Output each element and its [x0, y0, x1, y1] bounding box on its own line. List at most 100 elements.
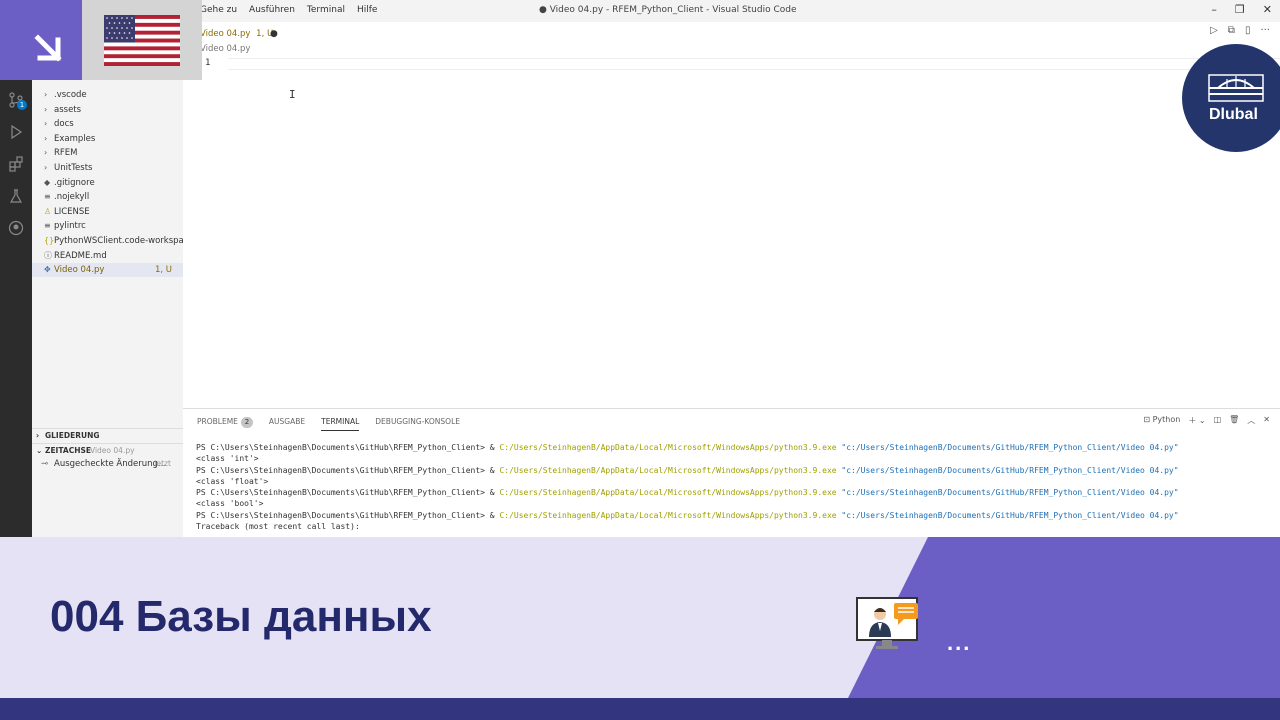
run-debug-icon[interactable]	[8, 124, 24, 140]
tree-file[interactable]: ◆ .gitignore	[32, 176, 183, 190]
restore-icon[interactable]: ❐	[1235, 3, 1245, 16]
window-controls: – ❐ ✕	[1211, 3, 1272, 16]
timeline-entry[interactable]: ⊸ Ausgecheckte Änderung... jetzt	[32, 457, 183, 471]
extensions-icon[interactable]	[8, 156, 24, 172]
tree-item-label: docs	[54, 119, 74, 130]
menu-goto[interactable]: Gehe zu	[200, 5, 237, 15]
tab-terminal[interactable]: TERMINAL	[321, 417, 360, 431]
editor-tab-label: Video 04.py	[200, 29, 251, 39]
breadcrumb-file: Video 04.py	[200, 44, 251, 54]
tree-file[interactable]: {} PythonWSClient.code-workspace	[32, 234, 183, 248]
info-icon: ⓘ	[44, 250, 52, 260]
file-icon: ≡	[44, 192, 51, 202]
tree-file[interactable]: ≡ .nojekyll	[32, 190, 183, 204]
tab-debug-label: DEBUGGING-KONSOLE	[375, 417, 460, 426]
terminal-output[interactable]: PS C:\Users\SteinhagenB\Documents\GitHub…	[196, 442, 1179, 532]
tab-debug-console[interactable]: DEBUGGING-KONSOLE	[375, 417, 460, 431]
terminal-prompt: PS C:\Users\SteinhagenB\Documents\GitHub…	[196, 443, 500, 452]
tab-output[interactable]: AUSGABE	[269, 417, 305, 431]
tree-folder[interactable]: › Examples	[32, 132, 183, 146]
tree-file[interactable]: ≡ pylintrc	[32, 219, 183, 233]
tree-folder[interactable]: › RFEM	[32, 146, 183, 160]
arrow-down-right-icon	[34, 34, 62, 62]
menu-terminal[interactable]: Terminal	[307, 5, 345, 15]
bottom-panel: PROBLEME 2 AUSGABE TERMINAL DEBUGGING-KON…	[183, 408, 1280, 538]
banner-title: 004 Базы данных	[50, 592, 432, 641]
new-terminal-icon[interactable]: ＋ ⌄	[1188, 415, 1205, 426]
tab-problems[interactable]: PROBLEME 2	[197, 417, 253, 431]
panel-tabs: PROBLEME 2 AUSGABE TERMINAL DEBUGGING-KON…	[197, 417, 476, 431]
dlubal-wordmark: Dlubal	[1209, 106, 1258, 123]
terminal-arg: "c:/Users/SteinhagenB/Documents/GitHub/R…	[836, 488, 1179, 498]
terminal-exe: C:/Users/SteinhagenB/AppData/Local/Micro…	[499, 510, 837, 520]
current-line-highlight	[228, 58, 1280, 70]
git-icon: ◆	[44, 177, 51, 187]
terminal-arg: "c:/Users/SteinhagenB/Documents/GitHub/R…	[836, 443, 1179, 452]
corner-arrow-tile	[0, 0, 82, 80]
problems-count: 2	[240, 417, 253, 428]
menu-help[interactable]: Hilfe	[357, 5, 377, 15]
chevron-right-icon: ›	[44, 119, 48, 129]
terminal-arg: "c:/Users/SteinhagenB/Documents/GitHub/R…	[836, 510, 1179, 520]
activity-bar: 1	[0, 80, 32, 540]
terminal-profile[interactable]: ⊡ Python	[1143, 415, 1180, 426]
editor-tab[interactable]: Video 04.py 1, U ●	[200, 25, 278, 43]
scm-badge: 1	[17, 100, 27, 110]
tree-file[interactable]: ✥ Video 04.py 1, U	[32, 263, 183, 278]
tree-item-label: Examples	[54, 133, 96, 144]
tree-folder[interactable]: › .vscode	[32, 88, 183, 102]
tree-item-label: RFEM	[54, 148, 78, 159]
tree-item-label: Video 04.py	[54, 265, 105, 276]
terminal-profile-label: Python	[1152, 415, 1181, 424]
unsaved-dot-icon[interactable]: ●	[270, 25, 278, 43]
chevron-right-icon: ›	[44, 148, 48, 158]
more-icon[interactable]: ···	[1260, 25, 1270, 36]
testing-icon[interactable]	[8, 188, 24, 204]
tab-problems-label: PROBLEME	[197, 417, 238, 426]
menu-run[interactable]: Ausführen	[249, 5, 295, 15]
presenter-screen-icon	[856, 597, 918, 649]
tree-folder[interactable]: › docs	[32, 117, 183, 131]
terminal-prompt: PS C:\Users\SteinhagenB\Documents\GitHub…	[196, 488, 500, 498]
timeline-section[interactable]: ⌄ ZEITACHSE Video 04.py	[32, 443, 183, 457]
terminal-exe: C:/Users/SteinhagenB/AppData/Local/Micro…	[499, 488, 837, 498]
tree-item-label: PythonWSClient.code-workspace	[54, 236, 183, 246]
terminal-exe: C:/Users/SteinhagenB/AppData/Local/Micro…	[499, 443, 837, 452]
trash-icon[interactable]: 🗑	[1229, 415, 1239, 426]
tab-output-label: AUSGABE	[268, 417, 306, 426]
outline-section[interactable]: › GLIEDERUNG	[32, 428, 183, 442]
window-title: ● Video 04.py - RFEM_Python_Client - Vis…	[539, 5, 797, 15]
file-icon: ≡	[44, 221, 51, 231]
terminal-command-line: PS C:\Users\SteinhagenB\Documents\GitHub…	[196, 465, 1179, 476]
chevron-right-icon: ›	[44, 90, 48, 99]
line-number: 1	[205, 58, 211, 68]
github-icon[interactable]	[8, 220, 24, 236]
dlubal-logo: Dlubal	[1182, 44, 1280, 152]
close-icon[interactable]: ✕	[1263, 3, 1272, 16]
chevron-right-icon: ›	[36, 431, 40, 440]
tree-folder[interactable]: › UnitTests	[32, 161, 183, 175]
minimize-icon[interactable]: –	[1211, 3, 1217, 16]
tab-terminal-label: TERMINAL	[321, 417, 360, 426]
close-panel-icon[interactable]: ✕	[1263, 415, 1270, 426]
split-editor-icon[interactable]: ⧉	[1228, 25, 1235, 36]
tree-folder[interactable]: › assets	[32, 103, 183, 117]
tree-item-status: 1, U	[154, 265, 172, 276]
terminal-output-line: <class 'int'>	[196, 454, 259, 464]
terminal-actions: ⊡ Python ＋ ⌄ ◫ 🗑 ︿ ✕	[1143, 415, 1270, 426]
video-frame: Gehe zu Ausführen Terminal Hilfe ● Video…	[0, 0, 1280, 720]
maximize-panel-icon[interactable]: ︿	[1247, 415, 1255, 426]
terminal-output-line: Traceback (most recent call last):	[196, 522, 360, 532]
split-terminal-icon[interactable]: ◫	[1214, 415, 1222, 426]
chevron-down-icon: ⌄	[36, 446, 43, 455]
terminal-exe: C:/Users/SteinhagenB/AppData/Local/Micro…	[499, 465, 837, 475]
tree-file[interactable]: ⓘ README.md	[32, 249, 183, 263]
run-icon[interactable]: ▷	[1210, 25, 1218, 36]
chevron-right-icon: ›	[44, 163, 48, 172]
tree-item-label: UnitTests	[54, 163, 93, 173]
tree-file[interactable]: ♙ LICENSE	[32, 205, 183, 219]
breadcrumb[interactable]: Video 04.py	[200, 44, 250, 54]
layout-icon[interactable]: ▯	[1245, 25, 1251, 36]
explorer-sidebar: › .vscode › assets › docs › Examples › RFEM › UnitT…	[32, 80, 183, 540]
language-flag-tile[interactable]	[82, 0, 202, 80]
